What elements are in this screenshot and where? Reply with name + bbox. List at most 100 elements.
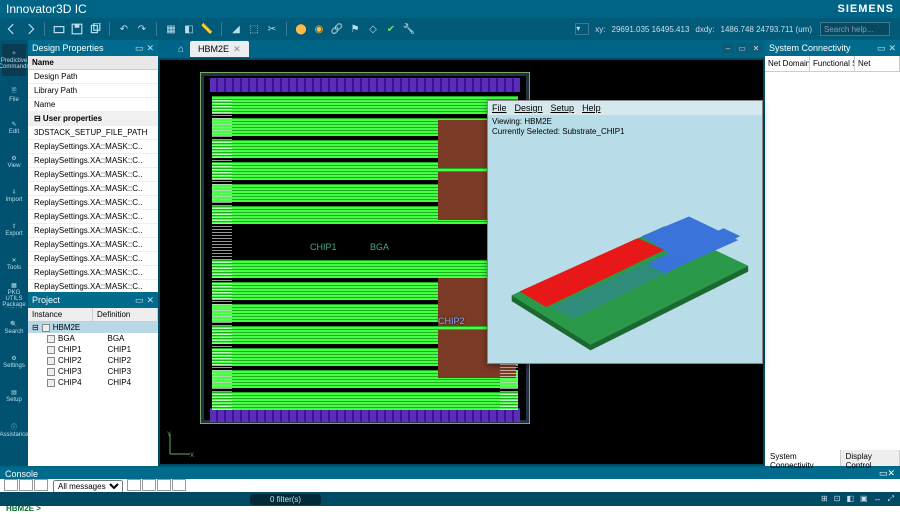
pin-icon[interactable]: ◉ (311, 21, 327, 37)
menu-design[interactable]: Design (515, 103, 543, 113)
filter-func-signal[interactable]: Functional Signal▾ (810, 56, 855, 71)
highlight-icon[interactable]: ⬤ (293, 21, 309, 37)
status-icon-1[interactable]: ⊞ (821, 494, 828, 504)
nav-back-icon[interactable] (4, 21, 20, 37)
menu-file[interactable]: File (492, 103, 507, 113)
wrench-icon[interactable]: 🔧 (401, 21, 417, 37)
layout-canvas[interactable]: CHIP1 BGA CHIP2 CHIP3 YX File Design Set… (160, 60, 763, 464)
prop-row[interactable]: Library Path (28, 84, 158, 98)
prop-row[interactable]: ReplaySettings.XA::MASK::C.. (28, 266, 158, 280)
prop-row[interactable]: ReplaySettings.XA::MASK::C.. (28, 182, 158, 196)
cut-icon[interactable]: ✂ (264, 21, 280, 37)
home-icon[interactable]: ⌂ (178, 44, 184, 55)
panel-min-icon[interactable]: ▭ (135, 295, 144, 306)
prop-row[interactable]: ReplaySettings.XA::MASK::C.. (28, 154, 158, 168)
tool-edit[interactable]: ✎Edit (2, 112, 26, 144)
3d-viewer-window[interactable]: File Design Setup Help Viewing: HBM2E Cu… (487, 100, 763, 364)
sys-conn-header[interactable]: System Connectivity ▭✕ (765, 40, 900, 56)
tool-tools[interactable]: ✕Tools (2, 248, 26, 280)
status-icon-5[interactable]: ↔ (874, 494, 882, 504)
col-definition[interactable]: Definition (93, 308, 158, 321)
window-min-icon[interactable]: – (722, 43, 734, 53)
tree-item[interactable]: BGABGA (28, 333, 158, 344)
coord-mode-dropdown[interactable]: ▾ (575, 23, 589, 35)
console-filter-select[interactable]: All messages (53, 480, 123, 493)
tool-search-tool[interactable]: 🔍Search (2, 312, 26, 344)
console-btn-3[interactable] (34, 479, 48, 491)
tab-sys-conn[interactable]: System Connectivity (765, 450, 841, 466)
window-close-icon[interactable]: ✕ (750, 43, 762, 53)
prop-row[interactable]: Design Path (28, 70, 158, 84)
status-icon-3[interactable]: ◧ (846, 494, 854, 504)
tool-setup-tool[interactable]: ▤Setup (2, 380, 26, 412)
prop-row[interactable]: ⊟ User properties (28, 112, 158, 126)
tool-export[interactable]: ⇧Export (2, 214, 26, 246)
grid-icon[interactable]: ▦ (163, 21, 179, 37)
console-btn-1[interactable] (4, 479, 18, 491)
props-column-header[interactable]: Name (28, 56, 158, 70)
tool-view[interactable]: ⚙View (2, 146, 26, 178)
console-btn-7[interactable] (172, 479, 186, 491)
design-properties-header[interactable]: Design Properties ▭✕ (28, 40, 158, 56)
save-icon[interactable] (69, 21, 85, 37)
prop-row[interactable]: 3DSTACK_SETUP_FILE_PATH (28, 126, 158, 140)
panel-close-icon[interactable]: ✕ (146, 43, 154, 54)
link-icon[interactable]: 🔗 (329, 21, 345, 37)
check-icon[interactable]: ✔ (383, 21, 399, 37)
status-icon-2[interactable]: ⊡ (834, 494, 841, 504)
open-icon[interactable] (51, 21, 67, 37)
console-btn-6[interactable] (157, 479, 171, 491)
sys-conn-body[interactable] (765, 72, 900, 450)
panel-close-icon[interactable]: ✕ (887, 468, 895, 478)
tree-item[interactable]: CHIP1CHIP1 (28, 344, 158, 355)
col-instance[interactable]: Instance (28, 308, 93, 321)
tool-predictive-commands[interactable]: ✧PredictiveCommands (2, 44, 26, 76)
ruler-icon[interactable]: 📏 (199, 21, 215, 37)
flag-icon[interactable]: ⚑ (347, 21, 363, 37)
tab-display-control[interactable]: Display Control (841, 450, 900, 466)
select-icon[interactable]: ⬚ (246, 21, 262, 37)
project-panel-header[interactable]: Project ▭✕ (28, 292, 158, 308)
nav-fwd-icon[interactable] (22, 21, 38, 37)
status-icon-6[interactable]: ⤢ (888, 494, 894, 504)
prop-row[interactable]: ReplaySettings.XA::MASK::C.. (28, 140, 158, 154)
tab-close-icon[interactable]: ✕ (233, 44, 241, 55)
console-btn-4[interactable] (127, 479, 141, 491)
console-btn-5[interactable] (142, 479, 156, 491)
tool-assistance-tool[interactable]: ⓘAssistance (2, 414, 26, 446)
tree-root[interactable]: ⊟HBM2E (28, 322, 158, 333)
prop-row[interactable]: ReplaySettings.XA::MASK::C.. (28, 252, 158, 266)
undo-icon[interactable]: ↶ (116, 21, 132, 37)
3d-scene[interactable] (492, 133, 758, 359)
measure-icon[interactable]: ◢ (228, 21, 244, 37)
tree-item[interactable]: CHIP2CHIP2 (28, 355, 158, 366)
console-btn-2[interactable] (19, 479, 33, 491)
prop-row[interactable]: ReplaySettings.XA::MASK::C.. (28, 196, 158, 210)
menu-help[interactable]: Help (582, 103, 601, 113)
prop-row[interactable]: ReplaySettings.XA::MASK::C.. (28, 168, 158, 182)
prop-row[interactable]: ReplaySettings.XA::MASK::C.. (28, 238, 158, 252)
tool-import[interactable]: ⇩Import (2, 180, 26, 212)
menu-setup[interactable]: Setup (551, 103, 575, 113)
status-icon-4[interactable]: ▣ (860, 494, 868, 504)
prop-row[interactable]: ReplaySettings.XA::MASK::C.. (28, 224, 158, 238)
filter-net[interactable]: Net (855, 56, 900, 71)
prop-row[interactable]: ReplaySettings.XA::MASK::C.. (28, 280, 158, 292)
copy-icon[interactable] (87, 21, 103, 37)
tree-item[interactable]: CHIP3CHIP3 (28, 366, 158, 377)
prop-row[interactable]: Name (28, 98, 158, 112)
panel-close-icon[interactable]: ✕ (888, 43, 896, 54)
panel-min-icon[interactable]: ▭ (135, 43, 144, 54)
help-search-input[interactable]: Search help... (820, 22, 890, 36)
panel-min-icon[interactable]: ▭ (877, 43, 886, 54)
tool-file[interactable]: 🗎File (2, 78, 26, 110)
tool-settings-tool[interactable]: ⚙Settings (2, 346, 26, 378)
window-max-icon[interactable]: ▭ (736, 43, 748, 53)
redo-icon[interactable]: ↷ (134, 21, 150, 37)
prop-row[interactable]: ReplaySettings.XA::MASK::C.. (28, 210, 158, 224)
tree-item[interactable]: CHIP4CHIP4 (28, 377, 158, 388)
tab-hbm2e[interactable]: HBM2E ✕ (190, 41, 249, 57)
status-filter[interactable]: 0 filter(s) (250, 494, 321, 505)
filter-net-domain[interactable]: Net Domain▾ (765, 56, 810, 71)
tag-icon[interactable]: ◇ (365, 21, 381, 37)
